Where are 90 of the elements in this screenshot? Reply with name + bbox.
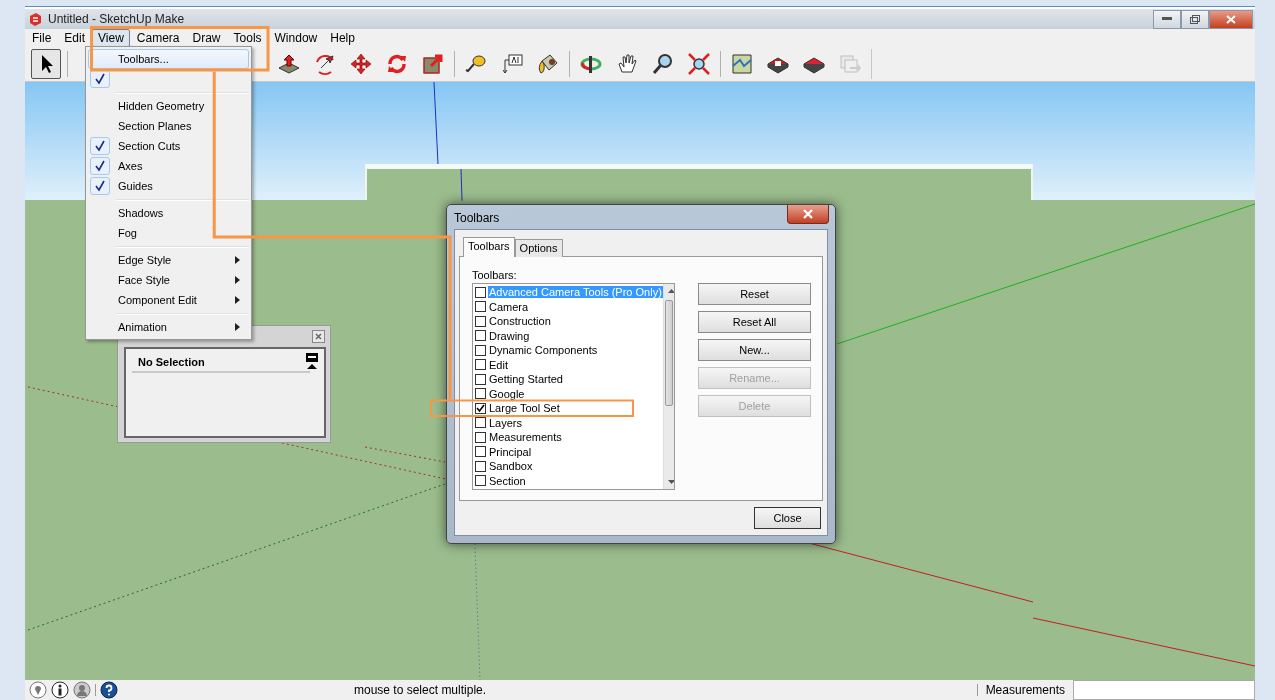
checkbox[interactable] — [475, 301, 486, 313]
checkbox[interactable] — [475, 431, 486, 443]
menu-item[interactable]: Help — [324, 29, 361, 47]
map-icon[interactable] — [730, 52, 754, 76]
dialog-title: Toolbars — [454, 211, 500, 225]
menu-option[interactable]: Toolbars... — [88, 49, 249, 69]
menu-option[interactable]: Fog — [88, 223, 249, 243]
menu-item[interactable]: Edit — [58, 29, 92, 47]
help-icon[interactable] — [100, 681, 118, 699]
list-item[interactable]: Drawing — [475, 328, 663, 343]
dialog-button[interactable]: New... — [698, 339, 811, 361]
list-item[interactable]: Google — [475, 386, 663, 401]
menu-option[interactable]: Edge Style — [88, 250, 249, 270]
menu-option[interactable]: Guides — [88, 176, 249, 196]
dialog-button[interactable]: Reset — [698, 283, 811, 305]
measurements-field[interactable] — [1073, 680, 1255, 700]
checkbox[interactable] — [475, 417, 486, 429]
restore-icon — [1190, 14, 1200, 24]
list-item[interactable]: Principal — [475, 444, 663, 459]
location-icon[interactable] — [29, 681, 47, 699]
checkbox[interactable] — [475, 330, 486, 342]
push-pull-icon[interactable] — [277, 52, 301, 76]
close-icon[interactable] — [312, 330, 325, 343]
info-icon[interactable] — [51, 681, 69, 699]
menu-item[interactable]: Window — [268, 29, 324, 47]
measurements-label: Measurements — [985, 683, 1065, 697]
scrollbar[interactable] — [662, 284, 674, 489]
scale-icon[interactable] — [421, 52, 445, 76]
menu-option[interactable]: Face Style — [88, 270, 249, 290]
menu-option[interactable]: Axes — [88, 156, 249, 176]
menu-item[interactable]: File — [26, 29, 58, 47]
list-item[interactable]: Construction — [475, 314, 663, 329]
dialog-tab[interactable]: Options — [514, 239, 563, 257]
checkbox[interactable] — [475, 286, 486, 298]
list-item[interactable]: Section — [475, 473, 663, 488]
toolbar-list[interactable]: Advanced Camera Tools (Pro Only) Camera Construction Drawing Dynamic Components Edit Getting Started Google Large Tool Set Layers Measurements Principal Sandbox Section — [472, 283, 675, 490]
move-icon[interactable] — [349, 52, 373, 76]
dialog-button[interactable]: Reset All — [698, 311, 811, 333]
menu-item[interactable]: Draw — [186, 29, 227, 47]
list-item[interactable]: Measurements — [475, 430, 663, 445]
checkbox[interactable] — [475, 388, 486, 400]
close-icon — [1226, 14, 1236, 24]
menu-item[interactable]: Tools — [227, 29, 268, 47]
scroll-down-icon[interactable] — [667, 480, 674, 484]
collapse-icon[interactable] — [306, 353, 318, 369]
dialog-tab[interactable]: Toolbars — [463, 237, 515, 257]
checkbox[interactable] — [475, 446, 486, 458]
close-button[interactable] — [787, 205, 829, 224]
checkbox[interactable] — [475, 373, 486, 385]
list-item[interactable]: Camera — [475, 299, 663, 314]
checkbox[interactable] — [475, 315, 486, 327]
list-item[interactable]: Sandbox — [475, 459, 663, 474]
list-label: Toolbars: — [472, 269, 517, 281]
list-item[interactable]: Dynamic Components — [475, 343, 663, 358]
list-item[interactable]: Layers — [475, 415, 663, 430]
zoom-extents-icon[interactable] — [687, 52, 711, 76]
magnifier-icon[interactable] — [651, 52, 675, 76]
restore-button[interactable] — [1181, 9, 1209, 29]
menu-item[interactable]: Camera — [130, 29, 186, 47]
hand-icon[interactable] — [615, 52, 639, 76]
follow-me-icon[interactable] — [313, 52, 337, 76]
selection-label: No Selection — [138, 356, 205, 368]
scroll-up-icon[interactable] — [667, 289, 674, 293]
checkbox[interactable] — [475, 460, 486, 472]
menu-option[interactable]: Shadows — [88, 203, 249, 223]
menu-option[interactable]: Animation — [88, 317, 249, 337]
list-item[interactable]: Large Tool Set — [475, 401, 663, 416]
close-icon — [802, 209, 814, 219]
text-label-icon[interactable] — [500, 52, 524, 76]
checkbox[interactable] — [475, 402, 486, 414]
checkbox[interactable] — [475, 344, 486, 356]
menu-option[interactable]: Component Edit — [88, 290, 249, 310]
app-logo-icon — [29, 12, 42, 26]
menu-option[interactable]: Section Planes — [88, 116, 249, 136]
status-hint: mouse to select multiple. — [354, 683, 487, 697]
checkbox[interactable] — [475, 359, 486, 371]
menu-item[interactable]: View — [92, 29, 130, 47]
window-title: Untitled - SketchUp Make — [48, 12, 185, 26]
menu-option[interactable]: Section Cuts — [88, 136, 249, 156]
rotate-icon[interactable] — [385, 52, 409, 76]
minimize-button[interactable] — [1153, 9, 1181, 29]
menu-option[interactable]: Hidden Geometry — [88, 96, 249, 116]
list-item[interactable]: Getting Started — [475, 372, 663, 387]
minimize-icon — [1162, 17, 1172, 21]
paint-bucket-icon[interactable] — [536, 52, 560, 76]
list-item[interactable]: Edit — [475, 357, 663, 372]
close-button[interactable] — [1209, 9, 1253, 29]
close-dialog-button[interactable]: Close — [754, 507, 821, 529]
checkbox[interactable] — [475, 475, 486, 487]
user-icon[interactable] — [73, 681, 91, 699]
